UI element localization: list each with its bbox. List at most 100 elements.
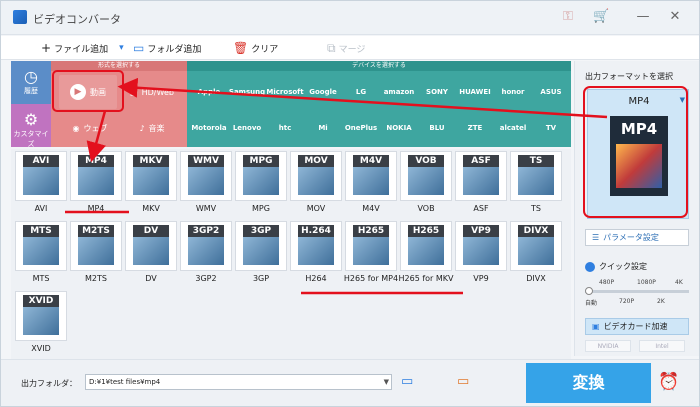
- format-item-3gp2[interactable]: 3GP2 3GP2: [176, 219, 236, 285]
- format-icon: [78, 237, 114, 265]
- key-icon[interactable]: ⚿: [563, 9, 573, 24]
- format-item-h264[interactable]: H.264 H264: [286, 219, 346, 285]
- format-category: 形式を選択する ▶ 動画 ▣ HD/Web ◉ ウェブ ♪ 音楽: [51, 61, 187, 147]
- device-brand-honor[interactable]: honor: [495, 75, 531, 109]
- device-brand-nokia[interactable]: NOKIA: [381, 111, 417, 145]
- open-folder-icon[interactable]: ▭: [457, 374, 469, 389]
- chip-icon: ▣: [592, 322, 600, 331]
- device-brand-sony[interactable]: SONY: [419, 75, 455, 109]
- alarm-clock-icon[interactable]: ⏰: [658, 372, 679, 392]
- format-item-wmv[interactable]: WMV WMV: [176, 149, 236, 215]
- chevron-down-icon[interactable]: ▼: [384, 375, 389, 389]
- format-icon: [188, 237, 224, 265]
- output-format-selector[interactable]: MP4 ▼ MP4: [587, 89, 689, 219]
- format-badge: MPG: [243, 155, 279, 167]
- chrome-icon: ◉: [72, 123, 80, 133]
- device-brand-microsoft[interactable]: Microsoft: [266, 75, 303, 109]
- device-brand-alcatel[interactable]: alcatel: [495, 111, 531, 145]
- device-brand-oneplus[interactable]: OnePlus: [343, 111, 379, 145]
- device-brand-huawei[interactable]: HUAWEI: [457, 75, 493, 109]
- device-brand-motorola[interactable]: Motorola: [191, 111, 227, 145]
- format-badge: TS: [518, 155, 554, 167]
- format-item-m2ts[interactable]: M2TS M2TS: [66, 219, 126, 285]
- format-icon: [353, 237, 389, 265]
- chevron-down-icon[interactable]: ▾: [119, 43, 124, 53]
- format-item-m4v[interactable]: M4V M4V: [341, 149, 401, 215]
- format-item-h265-for-mp4[interactable]: H265 H265 for MP4: [341, 219, 401, 285]
- format-item-avi[interactable]: AVI AVI: [11, 149, 71, 215]
- format-item-xvid[interactable]: XVID XVID: [11, 289, 71, 355]
- format-badge: H265: [408, 225, 444, 237]
- folder-icon: ▭: [133, 41, 145, 55]
- device-brand-apple[interactable]: Apple: [191, 75, 227, 109]
- format-icon: [353, 167, 389, 195]
- format-badge: ASF: [463, 155, 499, 167]
- device-brand-google[interactable]: Google: [305, 75, 341, 109]
- format-item-3gp[interactable]: 3GP 3GP: [231, 219, 291, 285]
- format-badge: XVID: [23, 295, 59, 307]
- convert-button[interactable]: 変換: [526, 363, 651, 403]
- format-badge: 3GP2: [188, 225, 224, 237]
- format-label: MKV: [142, 204, 160, 213]
- device-brand-amazon[interactable]: amazon: [381, 75, 417, 109]
- clear-button[interactable]: 🗑 クリア: [233, 41, 278, 55]
- mp4-large-badge: MP4: [620, 120, 658, 138]
- format-item-vob[interactable]: VOB VOB: [396, 149, 456, 215]
- quality-slider-thumb[interactable]: [585, 287, 593, 295]
- device-brand-tv[interactable]: TV: [533, 111, 569, 145]
- format-icon: [243, 167, 279, 195]
- format-icon: [463, 167, 499, 195]
- nvidia-chip: NVIDIA: [585, 340, 631, 352]
- video-label: 動画: [90, 87, 106, 97]
- audio-tab[interactable]: ♪ 音楽: [121, 111, 183, 145]
- format-icon: [408, 167, 444, 195]
- format-badge: MKV: [133, 155, 169, 167]
- output-panel: 出力フォーマットを選択 MP4 ▼ MP4 ☰ パラメータ設定 クイック設定 4…: [574, 61, 699, 356]
- format-item-h265-for-mkv[interactable]: H265 H265 for MKV: [396, 219, 456, 285]
- format-item-ts[interactable]: TS TS: [506, 149, 566, 215]
- quality-slider-track[interactable]: [585, 290, 689, 293]
- sliders-icon: ☰: [592, 233, 600, 242]
- quick-settings-icon: [585, 261, 595, 272]
- parameter-settings-button[interactable]: ☰ パラメータ設定: [585, 229, 689, 246]
- device-brand-asus[interactable]: ASUS: [533, 75, 569, 109]
- minimize-button[interactable]: —: [633, 7, 653, 27]
- add-folder-button[interactable]: ▭ フォルダ追加: [133, 41, 201, 55]
- add-file-button[interactable]: + ファイル追加 ▾: [41, 41, 124, 55]
- cart-icon[interactable]: 🛒: [593, 9, 609, 24]
- device-brand-mi[interactable]: Mi: [305, 111, 341, 145]
- device-brand-htc[interactable]: htc: [267, 111, 303, 145]
- merge-label: マージ: [338, 45, 366, 55]
- merge-button[interactable]: ⧉ マージ: [327, 41, 365, 56]
- format-item-mpg[interactable]: MPG MPG: [231, 149, 291, 215]
- format-label: WMV: [195, 204, 217, 213]
- device-brand-blu[interactable]: BLU: [419, 111, 455, 145]
- format-badge: AVI: [23, 155, 59, 167]
- format-item-mkv[interactable]: MKV MKV: [121, 149, 181, 215]
- recent-tab[interactable]: ◷ 履歴: [11, 61, 51, 104]
- format-icon: [23, 307, 59, 335]
- device-brand-samsung[interactable]: Samsung: [229, 75, 265, 109]
- device-brand-zte[interactable]: ZTE: [457, 111, 493, 145]
- gpu-acceleration-button[interactable]: ▣ ビデオカード加速: [585, 318, 689, 335]
- format-item-divx[interactable]: DIVX DIVX: [506, 219, 566, 285]
- quality-auto: 自動: [585, 300, 598, 307]
- output-folder-field[interactable]: D:¥1¥test files¥mp4 ▼: [85, 374, 392, 390]
- format-item-mts[interactable]: MTS MTS: [11, 219, 71, 285]
- web-tab[interactable]: ◉ ウェブ: [59, 111, 121, 145]
- hd-tab[interactable]: ▣ HD/Web: [121, 75, 183, 109]
- custom-tab[interactable]: ⚙ カスタマイズ: [11, 104, 51, 148]
- format-item-mp4[interactable]: MP4 MP4: [66, 149, 126, 215]
- format-icon: [298, 237, 334, 265]
- device-brand-lenovo[interactable]: Lenovo: [229, 111, 265, 145]
- format-badge: WMV: [188, 155, 224, 167]
- close-button[interactable]: ✕: [665, 7, 685, 27]
- output-folder-path: D:¥1¥test files¥mp4: [89, 378, 161, 386]
- format-item-vp9[interactable]: VP9 VP9: [451, 219, 511, 285]
- format-item-mov[interactable]: MOV MOV: [286, 149, 346, 215]
- format-item-dv[interactable]: DV DV: [121, 219, 181, 285]
- format-item-asf[interactable]: ASF ASF: [451, 149, 511, 215]
- video-tab[interactable]: ▶ 動画: [59, 75, 117, 109]
- browse-folder-icon[interactable]: ▭: [401, 374, 413, 389]
- device-brand-lg[interactable]: LG: [343, 75, 379, 109]
